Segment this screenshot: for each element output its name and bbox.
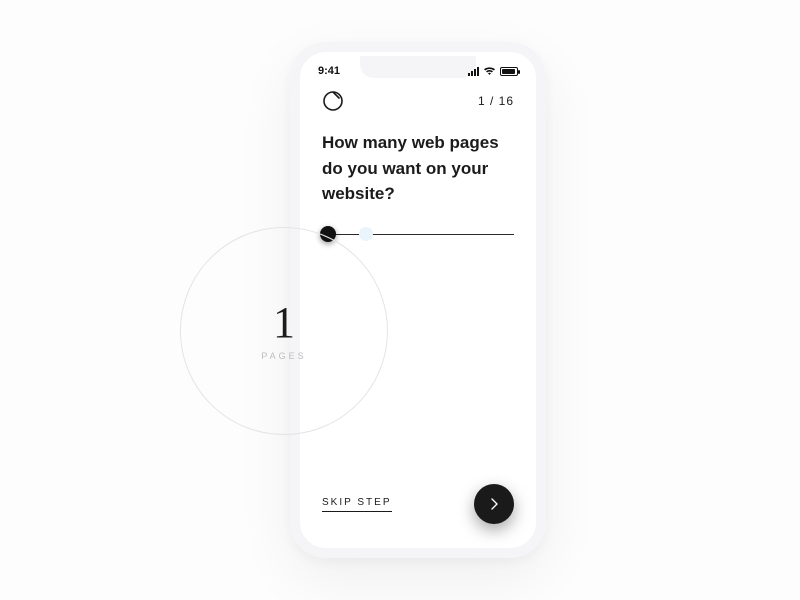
header: 1 / 16 — [322, 90, 514, 112]
page-count-unit: PAGES — [261, 351, 306, 361]
step-sep: / — [486, 94, 499, 108]
footer: SKIP STEP — [322, 484, 514, 524]
step-total: 16 — [499, 94, 514, 108]
next-step-button[interactable] — [474, 484, 514, 524]
page-count-slider[interactable] — [304, 224, 532, 244]
battery-full-icon — [500, 67, 518, 76]
wifi-icon — [483, 66, 496, 76]
page-count-value: 1 — [273, 301, 295, 345]
chevron-right-icon — [489, 498, 499, 510]
slider-tick — [359, 227, 373, 241]
page-count-display: 1 PAGES — [180, 227, 388, 435]
circle-slash-logo-icon — [322, 90, 344, 112]
step-current: 1 — [478, 94, 486, 108]
status-bar: 9:41 — [304, 62, 532, 80]
status-time: 9:41 — [318, 65, 340, 77]
step-progress: 1 / 16 — [478, 94, 514, 108]
status-indicators — [468, 66, 518, 76]
question-text: How many web pages do you want on your w… — [322, 130, 514, 207]
slider-track — [322, 234, 514, 235]
cellular-signal-icon — [468, 67, 479, 76]
skip-step-button[interactable]: SKIP STEP — [322, 497, 392, 512]
